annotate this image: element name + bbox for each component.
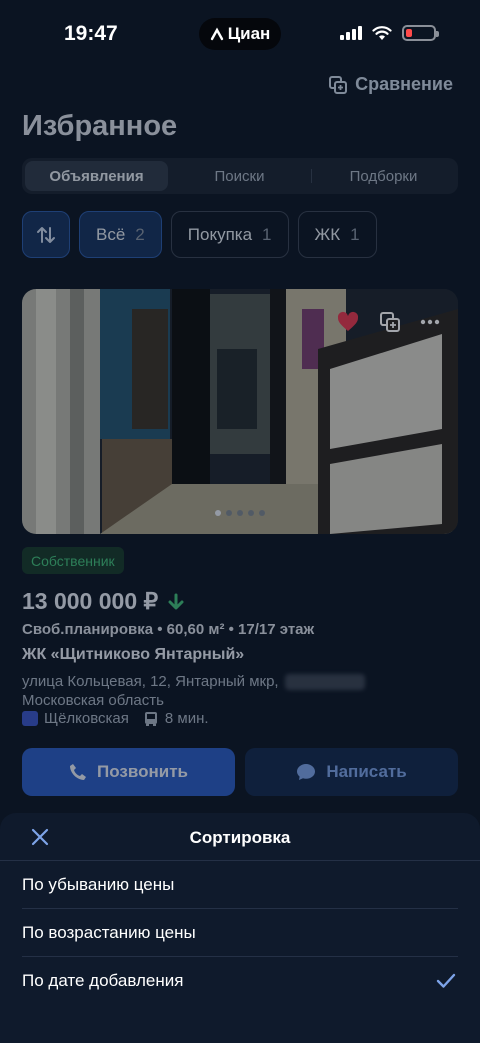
filter-chip-label: Всё (96, 224, 126, 244)
compare-label: Сравнение (355, 74, 453, 94)
listing-complex[interactable]: ЖК «Щитниково Янтарный» (22, 646, 244, 664)
call-button[interactable]: Позвонить (22, 748, 235, 796)
redacted-text (284, 674, 365, 691)
wifi-icon (372, 25, 392, 40)
brand-name: Циан (227, 24, 271, 43)
sort-option-price-asc[interactable]: По возрастанию цены (22, 909, 458, 957)
listing-price-row: 13 000 000 ₽ (22, 588, 184, 615)
pagination-dot (226, 510, 232, 516)
filter-chip-count: 1 (350, 224, 360, 244)
tab-listings[interactable]: Объявления (25, 161, 168, 191)
filter-chip-all[interactable]: Всё 2 (79, 211, 162, 258)
sort-sheet-header: Сортировка (0, 813, 480, 861)
status-bar: 19:47 Циан (0, 0, 480, 70)
status-icons (340, 25, 439, 41)
chat-icon (297, 764, 316, 780)
tabs: Объявления Поиски Подборки (22, 158, 458, 194)
signal-icon (340, 26, 362, 40)
filter-chip-count: 1 (262, 224, 272, 244)
more-icon[interactable] (420, 319, 440, 325)
compare-icon (329, 75, 348, 94)
tab-collections[interactable]: Подборки (312, 161, 455, 191)
listing-details: Своб.планировка • 60,60 м² • 17/17 этаж (22, 621, 315, 638)
metro-time: 8 мин. (164, 710, 209, 727)
listing-price: 13 000 000 ₽ (22, 588, 159, 614)
status-time: 19:47 (64, 22, 118, 45)
phone-icon (70, 764, 87, 780)
address-line-1: улица Кольцевая, 12, Янтарный мкр, (22, 673, 279, 690)
owner-badge: Собственник (22, 547, 124, 574)
address-line-2: Московская область (22, 692, 164, 709)
page-title: Избранное (22, 110, 178, 142)
cian-logo-icon (210, 27, 223, 41)
sort-sheet: Сортировка По убыванию цены По возрастан… (0, 813, 480, 1043)
sort-option-label: По дате добавления (22, 971, 184, 990)
listing-metro: Щёлковская 8 мин. (22, 710, 209, 727)
write-button[interactable]: Написать (245, 748, 458, 796)
battery-icon (402, 25, 439, 41)
write-label: Написать (326, 762, 407, 781)
pagination-dot (248, 510, 254, 516)
sort-sheet-title: Сортировка (189, 828, 291, 847)
check-icon (436, 973, 456, 988)
metro-station: Щёлковская (44, 710, 129, 727)
pagination-dot (237, 510, 243, 516)
compare-icon[interactable] (380, 312, 400, 332)
filter-chips: Всё 2 Покупка 1 ЖК 1 (22, 211, 377, 258)
sort-button[interactable] (22, 211, 70, 258)
sort-option-label: По возрастанию цены (22, 922, 196, 942)
listing-address: улица Кольцевая, 12, Янтарный мкр, Моско… (22, 672, 365, 710)
sort-option-date-added[interactable]: По дате добавления (22, 957, 458, 1005)
filter-chip-label: Покупка (187, 224, 253, 244)
photo-pagination (22, 510, 458, 516)
sort-arrows-icon (37, 226, 55, 243)
filter-chip-complex[interactable]: ЖК 1 (297, 211, 377, 258)
filter-chip-purchase[interactable]: Покупка 1 (170, 211, 289, 258)
sort-option-price-desc[interactable]: По убыванию цены (22, 861, 458, 909)
pagination-dot (215, 510, 221, 516)
price-down-icon (168, 593, 184, 609)
filter-chip-count: 2 (135, 224, 145, 244)
sort-option-label: По убыванию цены (22, 874, 175, 894)
filter-chip-label: ЖК (314, 224, 341, 244)
photo-actions (336, 311, 440, 333)
heart-icon[interactable] (336, 311, 360, 333)
pagination-dot (259, 510, 265, 516)
tab-searches[interactable]: Поиски (168, 161, 311, 191)
metro-icon (22, 711, 38, 726)
brand-pill: Циан (199, 18, 281, 50)
compare-link[interactable]: Сравнение (329, 74, 453, 95)
call-label: Позвонить (97, 762, 188, 781)
bus-icon (144, 711, 157, 726)
listing-actions: Позвонить Написать (22, 748, 458, 796)
listing-photo[interactable] (22, 289, 458, 534)
